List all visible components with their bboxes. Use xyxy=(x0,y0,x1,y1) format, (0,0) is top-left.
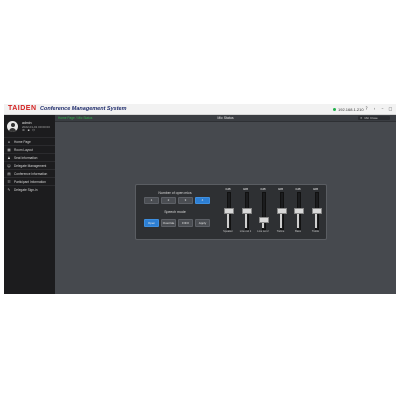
sidebar-nav: ⌂ Home Page ▦ Room Layout ♟ Seat Information ☺… xyxy=(4,137,55,193)
fader-knob[interactable] xyxy=(276,208,287,214)
mic-count-button[interactable]: 2 xyxy=(161,197,176,204)
fader-label: Line out 2 xyxy=(257,230,269,233)
user-panel: admin 2022-01-01 00:00:00 ⚙ ▪ ⏻ xyxy=(6,119,54,135)
fader-value: 0dB xyxy=(312,187,319,191)
sign-in-icon: ✎ xyxy=(7,187,11,192)
mic-close-button[interactable]: ✕ Mic Close xyxy=(358,116,390,120)
sidebar-item-delegate-management[interactable]: ☺ Delegate Management xyxy=(4,161,55,169)
sidebar-item-label: Delegate Management xyxy=(14,163,47,168)
home-icon: ⌂ xyxy=(7,139,11,144)
fader-value: 0dB xyxy=(225,187,231,191)
seat-icon: ♟ xyxy=(7,155,11,160)
logout-icon[interactable]: ⏻ xyxy=(32,129,35,132)
speech-mode-title: Speech mode xyxy=(164,210,186,214)
maximize-icon[interactable]: □ xyxy=(388,106,393,111)
title-bar: TAIDEN Conference Management System 192.… xyxy=(4,104,396,115)
back-icon[interactable]: ‹ xyxy=(372,106,377,111)
sidebar-item-conference-information[interactable]: ▤ Conference Information xyxy=(4,169,55,177)
fader-label: Treble xyxy=(311,230,320,233)
app-window: TAIDEN Conference Management System 192.… xyxy=(4,104,396,294)
avatar[interactable] xyxy=(7,121,18,132)
sidebar-item-label: Home Page xyxy=(14,139,31,144)
taiden-logo: TAIDEN xyxy=(8,105,37,112)
fader-line-out-1: 0dB Line out 1 xyxy=(240,187,252,235)
sidebar-item-label: Room Layout xyxy=(14,147,33,152)
help-icon[interactable]: ? xyxy=(364,106,369,111)
page-title: Mic Status xyxy=(217,116,234,120)
conference-icon: ▤ xyxy=(7,171,11,176)
fader-line-out-2: 0dB Line out 2 xyxy=(257,187,269,235)
delegate-icon: ☺ xyxy=(7,163,11,168)
fader-label: Bass xyxy=(295,230,301,233)
avatar-body xyxy=(9,128,16,132)
sidebar-item-home[interactable]: ⌂ Home Page xyxy=(4,137,55,145)
fader-value: 0dB xyxy=(277,187,284,191)
fader-knob[interactable] xyxy=(259,217,269,223)
fader-knob[interactable] xyxy=(294,208,304,214)
fader-bass: 0dB Bass xyxy=(292,187,304,235)
fader-label: Tieline xyxy=(276,230,285,233)
fader-speaker: 0dB Speaker xyxy=(222,187,234,235)
sidebar-item-label: Delegate Sign-in xyxy=(14,187,38,192)
speech-mode-fifo-button[interactable]: FIFO xyxy=(178,219,193,227)
mic-count-button[interactable]: 1 xyxy=(144,197,159,204)
fader-knob[interactable] xyxy=(224,208,234,214)
sidebar-item-delegate-sign-in[interactable]: ✎ Delegate Sign-in xyxy=(4,185,55,193)
mic-control-panel: Number of open mics 1234 Speech mode Ope… xyxy=(135,184,327,240)
fader-fill xyxy=(314,212,317,228)
fader-knob[interactable] xyxy=(241,208,252,214)
ip-address: 192.168.1.210 xyxy=(338,106,364,112)
sidebar-item-seat-information[interactable]: ♟ Seat Information xyxy=(4,153,55,161)
speech-mode-apply-button[interactable]: Apply xyxy=(195,219,210,227)
connection-status: 192.168.1.210 xyxy=(333,106,364,112)
fader-fill xyxy=(297,212,299,228)
mic-count-buttons: 1234 xyxy=(144,197,210,204)
sidebar-item-label: Seat Information xyxy=(14,155,38,160)
status-dot-icon xyxy=(333,107,336,111)
speech-mode-override-button[interactable]: Override xyxy=(161,219,176,227)
sidebar-item-label: Participant Information xyxy=(14,179,46,184)
fader-label: Speaker xyxy=(223,230,233,233)
sidebar: admin 2022-01-01 00:00:00 ⚙ ▪ ⏻ ⌂ Home Page… xyxy=(4,115,55,294)
fader-value: 0dB xyxy=(242,187,249,191)
layout-icon: ▦ xyxy=(7,147,11,152)
fader-tieline: 0dB Tieline xyxy=(275,187,287,235)
mic-count-title: Number of open mics xyxy=(158,191,192,195)
minimize-icon[interactable]: – xyxy=(380,106,385,111)
fader-label: Line out 1 xyxy=(239,230,252,233)
fader-value: 0dB xyxy=(295,187,301,191)
app-title: Conference Management System xyxy=(40,105,127,112)
fader-value: 0dB xyxy=(260,187,266,191)
main-header: Home Page / Mic Status Mic Status ✕ Mic … xyxy=(55,115,396,122)
settings-icon[interactable]: ⚙ xyxy=(22,129,25,132)
sidebar-item-label: Conference Information xyxy=(14,171,48,176)
fader-fill xyxy=(227,212,229,228)
window-controls: ?‹–□× xyxy=(364,106,396,112)
fader-knob[interactable] xyxy=(311,208,322,214)
user-actions: ⚙ ▪ ⏻ xyxy=(22,129,35,132)
fader-treble: 0dB Treble xyxy=(310,187,322,235)
close-icon: ✕ xyxy=(360,116,363,120)
participant-icon: ☷ xyxy=(7,179,11,184)
fader-fill xyxy=(279,212,282,228)
mic-close-label: Mic Close xyxy=(364,116,378,120)
speech-mode-open-button[interactable]: Open xyxy=(144,219,159,227)
mic-count-button[interactable]: 4 xyxy=(195,197,210,204)
lock-icon[interactable]: ▪ xyxy=(27,129,30,132)
speech-mode-buttons: Open Override FIFO Apply xyxy=(144,219,210,227)
sidebar-item-room-layout[interactable]: ▦ Room Layout xyxy=(4,145,55,153)
avatar-head xyxy=(10,123,15,127)
sidebar-item-participant-information[interactable]: ☷ Participant Information xyxy=(4,177,55,185)
fader-fill xyxy=(244,212,247,228)
mic-count-button[interactable]: 3 xyxy=(178,197,193,204)
